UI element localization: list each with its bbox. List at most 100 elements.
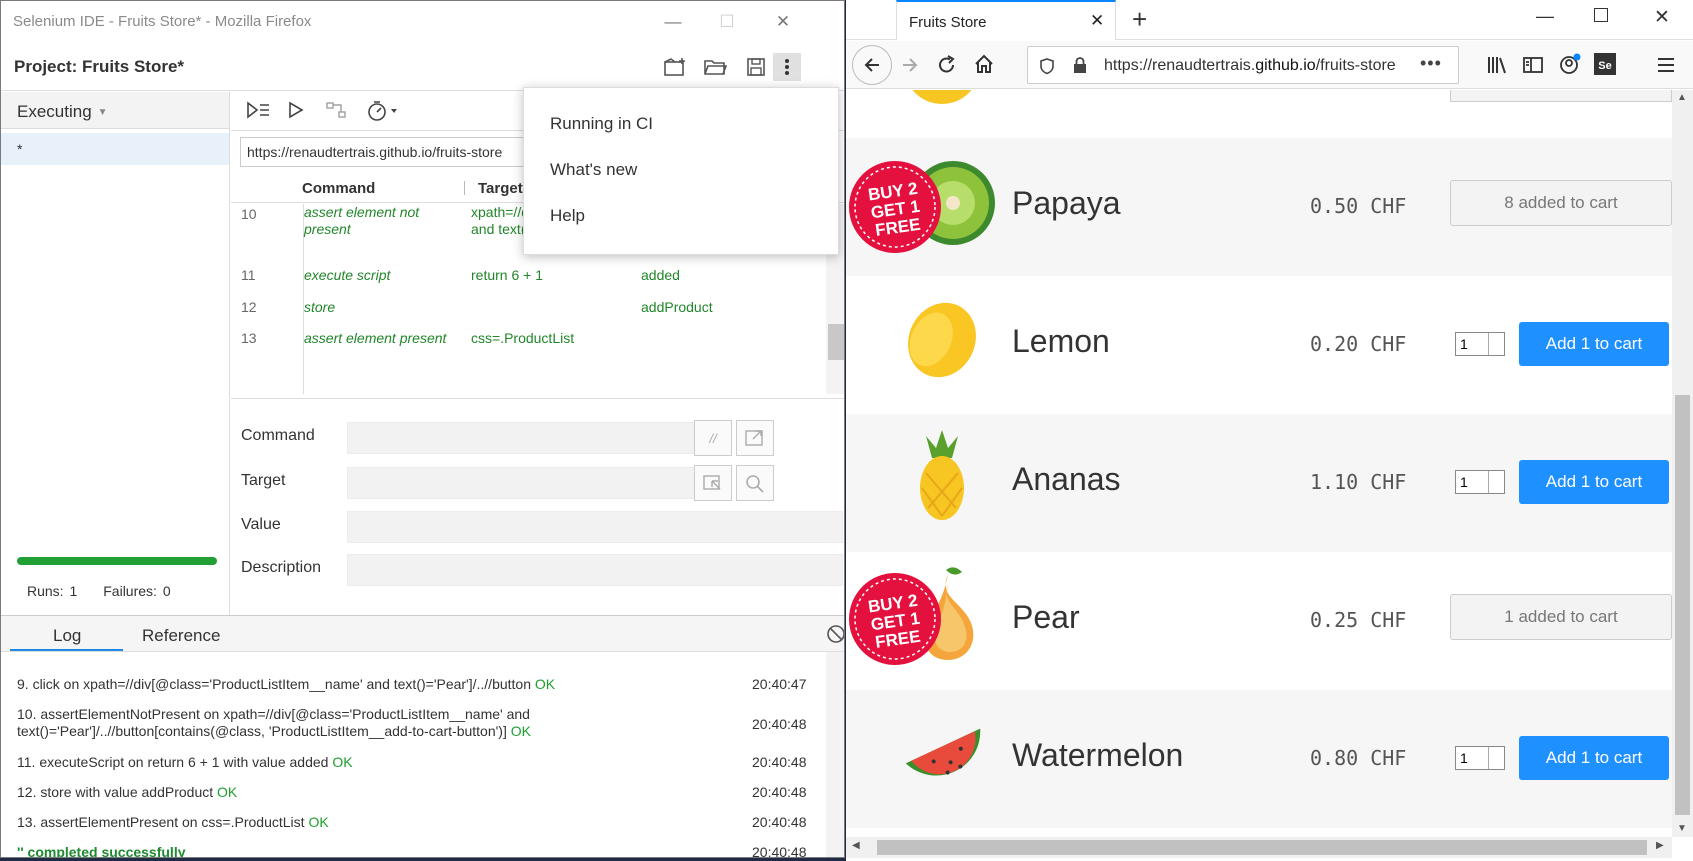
scroll-right-icon[interactable]: ▶ [1656,840,1664,851]
stepper-arrows-icon[interactable] [1488,471,1504,493]
row-value: addProduct [641,299,713,315]
command-column-header: Command [302,180,376,197]
page-hscroll-thumb[interactable] [877,840,1647,855]
grid-scroll-thumb[interactable] [828,324,844,360]
promo-badge: BUY 2 GET 1 FREE [849,573,941,665]
value-input[interactable] [347,511,843,543]
page-scroll-thumb[interactable] [1675,395,1690,815]
minimize-icon[interactable]: — [660,9,686,35]
comment-toggle-button[interactable]: // [694,420,732,456]
step-over-icon[interactable] [325,100,349,125]
run-test-icon[interactable] [286,100,306,125]
log-time: 20:40:48 [752,754,807,770]
select-target-icon[interactable] [694,465,732,501]
product-price: 0.25 CHF [1310,608,1407,632]
find-target-icon[interactable] [736,465,774,501]
added-to-cart-button[interactable]: 8 added to cart [1450,180,1672,226]
address-bar[interactable]: https://renaudtertrais.github.io/fruits-… [1027,46,1459,84]
firefox-window: Fruits Store ✕ + — ✕ https://renaudtertr… [846,0,1693,861]
quantity-stepper[interactable]: 1 [1455,470,1505,494]
project-title: Project: Fruits Store* [14,57,185,76]
page-scrollbar[interactable]: ▲ ▼ [1672,90,1693,837]
more-options-icon[interactable] [773,53,801,81]
command-label: Command [241,427,315,444]
menu-item-help[interactable]: Help [550,206,585,226]
product-row: BUY 2 GET 1 FREE Pear 0.25 CHF 1 added t… [846,552,1672,690]
menu-item-whats-new[interactable]: What's new [550,160,637,180]
sidebar-mode-dropdown[interactable]: Executing ▼ [1,92,229,129]
product-price: 0.50 CHF [1310,194,1407,218]
quantity-stepper[interactable]: 1 [1455,746,1505,770]
run-all-tests-icon[interactable] [245,100,271,125]
shield-icon[interactable] [1038,57,1056,80]
base-url-input[interactable]: https://renaudtertrais.github.io/fruits-… [240,137,528,167]
clear-log-icon[interactable] [826,624,844,649]
command-editor: Command ▼ // Target Value Description [231,398,844,615]
selenium-ide-window: Selenium IDE - Fruits Store* - Mozilla F… [0,0,845,858]
close-tab-icon[interactable]: ✕ [1090,11,1104,31]
hamburger-menu-icon[interactable] [1656,55,1676,80]
sidebar-test-item[interactable]: * [1,133,229,165]
browser-tab[interactable]: Fruits Store ✕ [896,0,1116,40]
test-sidebar: Executing ▼ * Runs: 1 Failures: 0 [1,92,230,615]
log-scrollbar[interactable] [826,652,844,857]
minimize-icon[interactable]: — [1536,6,1554,27]
sidebar-mode-label: Executing [17,102,92,121]
product-row: Watermelon 0.80 CHF 1 Add 1 to cart [846,690,1672,828]
forward-icon[interactable] [900,55,920,80]
new-tab-icon[interactable]: + [1132,4,1147,35]
description-input[interactable] [347,554,843,586]
sidebar-icon[interactable] [1522,54,1544,81]
account-icon[interactable] [1558,52,1582,81]
stepper-arrows-icon[interactable] [1488,333,1504,355]
command-select[interactable]: ▼ [347,422,713,454]
log-time: 20:40:47 [752,676,807,692]
home-icon[interactable] [973,53,995,80]
quantity-stepper[interactable]: 1 [1455,332,1505,356]
tab-log[interactable]: Log [53,626,81,646]
page-horizontal-scrollbar[interactable]: ◀ ▶ [846,837,1672,858]
selenium-ide-extension-icon[interactable]: Se [1594,53,1616,75]
reload-icon[interactable] [936,54,958,81]
log-entry: 12. store with value addProduct OK [17,784,238,800]
add-to-cart-button[interactable]: Add 1 to cart [1519,322,1669,366]
table-row[interactable]: 12 store addProduct [231,299,826,329]
log-panel: Log Reference 9. click on xpath=//div[@c… [1,615,844,857]
row-number: 12 [241,299,257,315]
save-project-icon[interactable] [742,53,770,81]
back-icon[interactable] [852,45,892,85]
scroll-left-icon[interactable]: ◀ [852,840,860,851]
log-tabs: Log Reference [1,616,844,652]
maximize-icon[interactable] [1594,8,1608,22]
scroll-down-icon[interactable]: ▼ [1677,823,1687,834]
close-icon[interactable]: ✕ [770,9,796,35]
log-entry: 10. assertElementNotPresent on xpath=//d… [17,706,531,739]
target-input[interactable] [347,467,713,499]
row-command: assert element not present [304,204,420,237]
speed-timer-icon[interactable] [367,100,403,127]
maximize-icon[interactable]: ☐ [714,9,740,35]
runs-count: Runs: 1 [27,583,78,599]
tab-reference[interactable]: Reference [142,626,220,646]
menu-item-running-in-ci[interactable]: Running in CI [550,114,653,134]
scroll-up-icon[interactable]: ▲ [1677,92,1687,103]
target-column-header: Target [478,180,523,197]
ide-titlebar: Selenium IDE - Fruits Store* - Mozilla F… [1,1,844,42]
added-to-cart-button[interactable] [1450,90,1672,102]
open-project-icon[interactable] [701,53,729,81]
added-to-cart-button[interactable]: 1 added to cart [1450,594,1672,640]
lock-icon[interactable] [1072,56,1088,79]
new-project-icon[interactable] [661,53,689,81]
table-row[interactable]: 11 execute script return 6 + 1 added [231,267,826,297]
add-to-cart-button[interactable]: Add 1 to cart [1519,736,1669,780]
add-to-cart-button[interactable]: Add 1 to cart [1519,460,1669,504]
page-actions-icon[interactable]: ••• [1420,53,1442,74]
product-name: Lemon [1012,323,1110,359]
chevron-down-icon: ▼ [97,107,108,119]
open-reference-icon[interactable] [736,420,774,456]
run-progress-bar [17,557,217,565]
stepper-arrows-icon[interactable] [1488,747,1504,769]
close-window-icon[interactable]: ✕ [1654,6,1670,29]
library-icon[interactable] [1486,54,1508,81]
table-row[interactable]: 13 assert element present css=.ProductLi… [231,330,826,370]
